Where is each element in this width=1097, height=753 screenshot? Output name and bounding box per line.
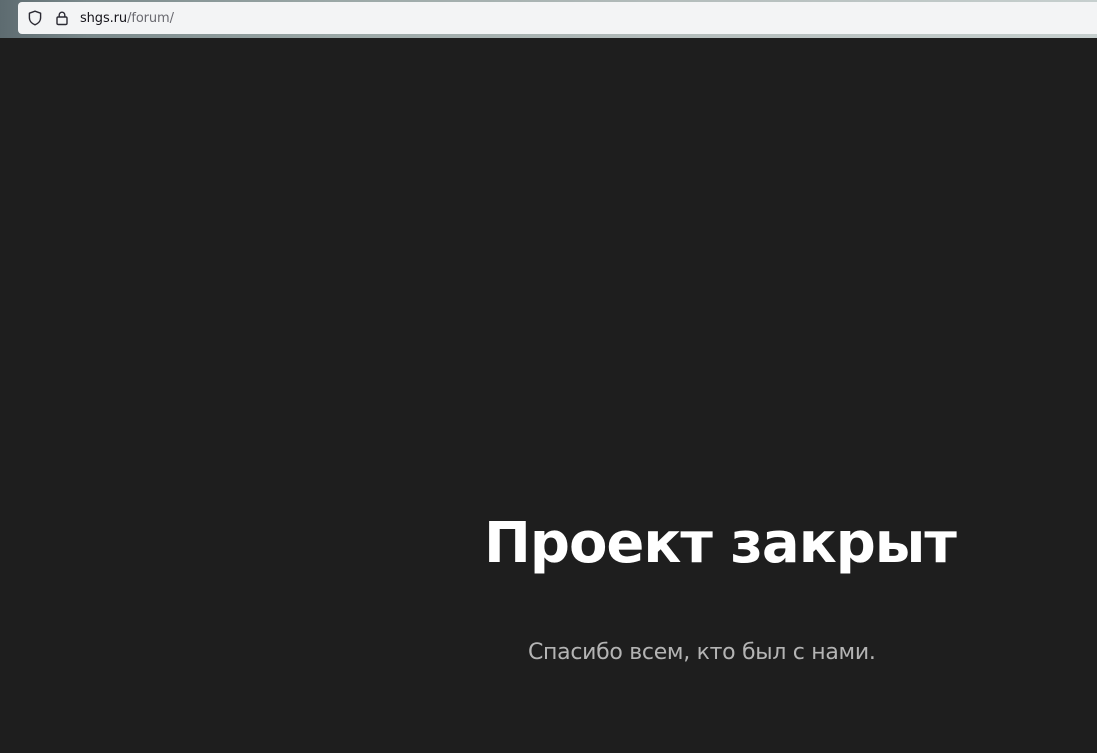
browser-toolbar: shgs.ru/forum/	[0, 0, 1097, 38]
shield-icon[interactable]	[26, 9, 44, 27]
url-domain: shgs.ru	[80, 10, 128, 26]
url-text[interactable]: shgs.ru/forum/	[80, 11, 174, 26]
page-title: Проект закрыт	[484, 511, 957, 576]
lock-icon[interactable]	[53, 9, 71, 27]
url-path: /forum/	[127, 10, 174, 26]
page-subtitle: Спасибо всем, кто был с нами.	[528, 640, 876, 665]
page-content: Проект закрыт Спасибо всем, кто был с на…	[0, 38, 1097, 753]
address-bar[interactable]: shgs.ru/forum/	[18, 2, 1097, 34]
